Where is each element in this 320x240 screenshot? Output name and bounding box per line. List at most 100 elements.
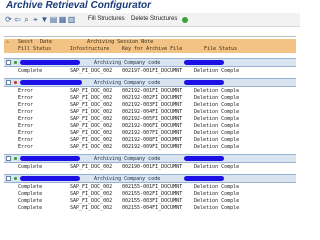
refresh-icon[interactable]: ⟳	[4, 15, 13, 24]
redacted-text	[20, 176, 80, 181]
header-date[interactable]: Date	[40, 39, 52, 46]
group-row[interactable]: Archiving Company code	[4, 78, 296, 87]
infostructure-cell: SAP_FI_DOC_002	[70, 137, 113, 143]
header-fill-status[interactable]: Fill Status	[18, 46, 51, 53]
archive-key-cell: 002192-006FI_DOCUMNT	[122, 123, 183, 129]
redacted-text	[20, 156, 80, 161]
delete-structures-button[interactable]: Delete Structures	[131, 16, 177, 22]
group-checkbox[interactable]	[6, 60, 11, 65]
table-row[interactable]: Error SAP_FI_DOC_002 002192-006FI_DOCUMN…	[4, 123, 296, 130]
table-row[interactable]: Complete SAP_FI_DOC_002 002155-001FI_DOC…	[4, 184, 296, 191]
fill-status-cell: Error	[18, 130, 34, 136]
file-status-cell: Deletion Comple	[194, 116, 240, 122]
redacted-text	[184, 80, 224, 85]
table-row[interactable]: Complete SAP_FI_DOC_002 002190-001FI_DOC…	[4, 164, 296, 171]
file-status-cell: Deletion Comple	[194, 88, 240, 94]
export-icon[interactable]: ▦	[58, 15, 67, 24]
table-row[interactable]: Error SAP_FI_DOC_002 002192-004FI_DOCUMN…	[4, 109, 296, 116]
header-file-status[interactable]: File Status	[204, 46, 237, 53]
header-sesst[interactable]: Sesst	[18, 39, 33, 46]
group-row[interactable]: Archiving Company code	[4, 154, 296, 163]
table-row[interactable]: Error SAP_FI_DOC_002 002192-002FI_DOCUMN…	[4, 95, 296, 102]
archive-key-cell: 002197-001FI_DOCUMNT	[122, 68, 183, 74]
table-row[interactable]: Error SAP_FI_DOC_002 002192-005FI_DOCUMN…	[4, 116, 296, 123]
find-next-icon[interactable]: ⌖	[31, 15, 40, 24]
archive-key-cell: 002192-005FI_DOCUMNT	[122, 116, 183, 122]
filter-icon[interactable]: ▼	[40, 15, 49, 24]
infostructure-cell: SAP_FI_DOC_002	[70, 198, 113, 204]
redacted-text	[184, 176, 224, 181]
file-status-cell: Deletion Comple	[194, 68, 240, 74]
infostructure-cell: SAP_FI_DOC_002	[70, 123, 113, 129]
archive-key-cell: 002192-008FI_DOCUMNT	[122, 137, 183, 143]
window-title: Archive Retrieval Configurator	[6, 0, 152, 11]
table-row[interactable]: Complete SAP_FI_DOC_002 002155-004FI_DOC…	[4, 205, 296, 212]
archive-key-cell: 002192-002FI_DOCUMNT	[122, 95, 183, 101]
fill-status-cell: Error	[18, 137, 34, 143]
group-checkbox[interactable]	[6, 156, 11, 161]
group-row[interactable]: Archiving Company code	[4, 58, 296, 67]
redacted-text	[184, 60, 224, 65]
fill-status-cell: Complete	[18, 164, 43, 170]
fill-status-cell: Error	[18, 123, 34, 129]
status-red-icon	[14, 81, 17, 84]
file-status-cell: Deletion Comple	[194, 123, 240, 129]
fill-status-cell: Complete	[18, 205, 43, 211]
archive-key-cell: 002192-001FI_DOCUMNT	[122, 88, 183, 94]
table-row[interactable]: Complete SAP_FI_DOC_002 002197-001FI_DOC…	[4, 68, 296, 75]
fill-status-cell: Complete	[18, 191, 43, 197]
table-row[interactable]: Complete SAP_FI_DOC_002 002155-003FI_DOC…	[4, 198, 296, 205]
grid-header-row-2: Fill Status Infostructure Key for Archiv…	[4, 46, 296, 53]
fill-status-cell: Error	[18, 102, 34, 108]
group-label: Archiving Company code	[94, 176, 161, 182]
archive-key-cell: 002155-002FI_DOCUMNT	[122, 191, 183, 197]
header-archive-key[interactable]: Key for Archive File	[122, 46, 182, 53]
back-icon[interactable]: ⇦	[13, 15, 22, 24]
fill-structures-button[interactable]: Fill Structures	[88, 16, 125, 22]
status-indicator-icon	[182, 17, 188, 23]
status-green-icon	[14, 157, 17, 160]
header-session-note[interactable]: Archiving Session Note	[87, 39, 153, 46]
status-green-icon	[14, 177, 17, 180]
warning-icon: ⚠	[6, 39, 10, 45]
table-row[interactable]: Error SAP_FI_DOC_002 002192-007FI_DOCUMN…	[4, 130, 296, 137]
table-row[interactable]: Complete SAP_FI_DOC_002 002155-002FI_DOC…	[4, 191, 296, 198]
infostructure-cell: SAP_FI_DOC_002	[70, 102, 113, 108]
layout-icon[interactable]: ▤	[49, 15, 58, 24]
infostructure-cell: SAP_FI_DOC_002	[70, 191, 113, 197]
fill-status-cell: Complete	[18, 184, 43, 190]
fill-status-cell: Complete	[18, 68, 43, 74]
header-infostructure[interactable]: Infostructure	[70, 46, 109, 53]
fill-status-cell: Error	[18, 109, 34, 115]
group-row[interactable]: Archiving Company code	[4, 174, 296, 183]
infostructure-cell: SAP_FI_DOC_002	[70, 88, 113, 94]
title-bar: Archive Retrieval Configurator	[0, 0, 300, 12]
redacted-text	[184, 156, 224, 161]
group-label: Archiving Company code	[94, 80, 161, 86]
group-label: Archiving Company code	[94, 60, 161, 66]
find-icon[interactable]: ⌕	[22, 15, 31, 24]
fill-status-cell: Error	[18, 88, 34, 94]
table-row[interactable]: Error SAP_FI_DOC_002 002192-001FI_DOCUMN…	[4, 88, 296, 95]
group-checkbox[interactable]	[6, 80, 11, 85]
archive-key-cell: 002192-004FI_DOCUMNT	[122, 109, 183, 115]
table-row[interactable]: Error SAP_FI_DOC_002 002192-003FI_DOCUMN…	[4, 102, 296, 109]
fill-status-cell: Error	[18, 144, 34, 150]
fill-status-cell: Error	[18, 116, 34, 122]
archive-key-cell: 002192-003FI_DOCUMNT	[122, 102, 183, 108]
table-row[interactable]: Error SAP_FI_DOC_002 002192-008FI_DOCUMN…	[4, 137, 296, 144]
redacted-text	[20, 60, 80, 65]
infostructure-cell: SAP_FI_DOC_002	[70, 109, 113, 115]
grid-icon[interactable]: ▥	[67, 15, 76, 24]
file-status-cell: Deletion Comple	[194, 137, 240, 143]
file-status-cell: Deletion Comple	[194, 205, 240, 211]
archive-key-cell: 002155-003FI_DOCUMNT	[122, 198, 183, 204]
file-status-cell: Deletion Comple	[194, 198, 240, 204]
infostructure-cell: SAP_FI_DOC_002	[70, 144, 113, 150]
fill-status-cell: Complete	[18, 198, 43, 204]
archive-key-cell: 002155-004FI_DOCUMNT	[122, 205, 183, 211]
group-checkbox[interactable]	[6, 176, 11, 181]
redacted-text	[20, 80, 82, 85]
file-status-cell: Deletion Comple	[194, 164, 240, 170]
table-row[interactable]: Error SAP_FI_DOC_002 002192-009FI_DOCUMN…	[4, 144, 296, 151]
